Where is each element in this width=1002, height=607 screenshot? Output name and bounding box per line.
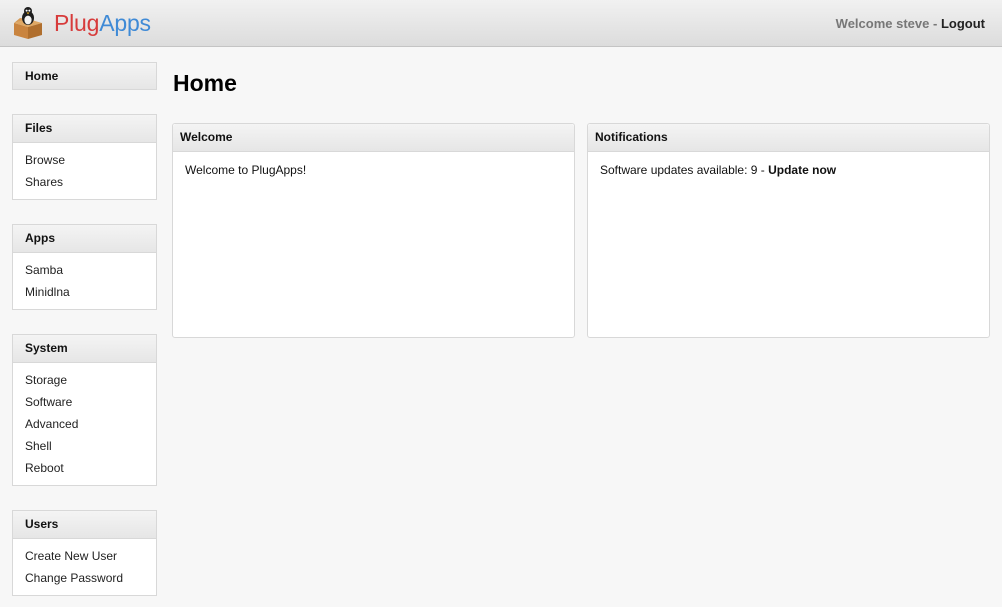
sidebar-item-software[interactable]: Software <box>25 391 144 413</box>
app-logo[interactable]: PlugApps <box>12 6 151 40</box>
sidebar-group-title: Users <box>13 511 156 539</box>
sidebar-item-advanced[interactable]: Advanced <box>25 413 144 435</box>
sidebar-home-link[interactable]: Home <box>13 63 156 89</box>
welcome-panel-title: Welcome <box>173 124 574 152</box>
welcome-user-text: Welcome steve <box>835 16 930 31</box>
sidebar-group-title: Apps <box>13 225 156 253</box>
user-area: Welcome steve - Logout <box>836 16 985 31</box>
sidebar-item-browse[interactable]: Browse <box>25 149 144 171</box>
sidebar-home[interactable]: Home <box>12 62 157 90</box>
notifications-panel-title: Notifications <box>588 124 989 152</box>
sidebar-item-samba[interactable]: Samba <box>25 259 144 281</box>
sidebar-item-shell[interactable]: Shell <box>25 435 144 457</box>
sidebar-group-title: Files <box>13 115 156 143</box>
app-name: PlugApps <box>54 9 151 36</box>
sidebar-item-shares[interactable]: Shares <box>25 171 144 193</box>
top-bar: PlugApps Welcome steve - Logout <box>0 0 1002 47</box>
tux-in-box-icon <box>14 7 42 39</box>
header-separator: - <box>932 16 938 31</box>
sidebar-group-apps: Apps Samba Minidlna <box>12 224 157 310</box>
sidebar-item-create-new-user[interactable]: Create New User <box>25 545 144 567</box>
update-now-link[interactable]: Update now <box>768 163 836 177</box>
sidebar-group-users: Users Create New User Change Password <box>12 510 157 596</box>
welcome-message: Welcome to PlugApps! <box>185 163 307 177</box>
sidebar-group-title: System <box>13 335 156 363</box>
software-updates-text: Software updates available: 9 - <box>600 163 765 177</box>
sidebar-item-minidlna[interactable]: Minidlna <box>25 281 144 303</box>
page-title: Home <box>173 70 237 96</box>
sidebar-group-system: System Storage Software Advanced Shell R… <box>12 334 157 486</box>
logout-link[interactable]: Logout <box>941 16 985 31</box>
sidebar-item-reboot[interactable]: Reboot <box>25 457 144 479</box>
sidebar-item-change-password[interactable]: Change Password <box>25 567 144 589</box>
sidebar-item-storage[interactable]: Storage <box>25 369 144 391</box>
sidebar-group-files: Files Browse Shares <box>12 114 157 200</box>
welcome-panel: Welcome Welcome to PlugApps! <box>172 123 575 338</box>
notifications-panel: Notifications Software updates available… <box>587 123 990 338</box>
sidebar: Home Files Browse Shares Apps Samba Mini… <box>12 62 157 596</box>
